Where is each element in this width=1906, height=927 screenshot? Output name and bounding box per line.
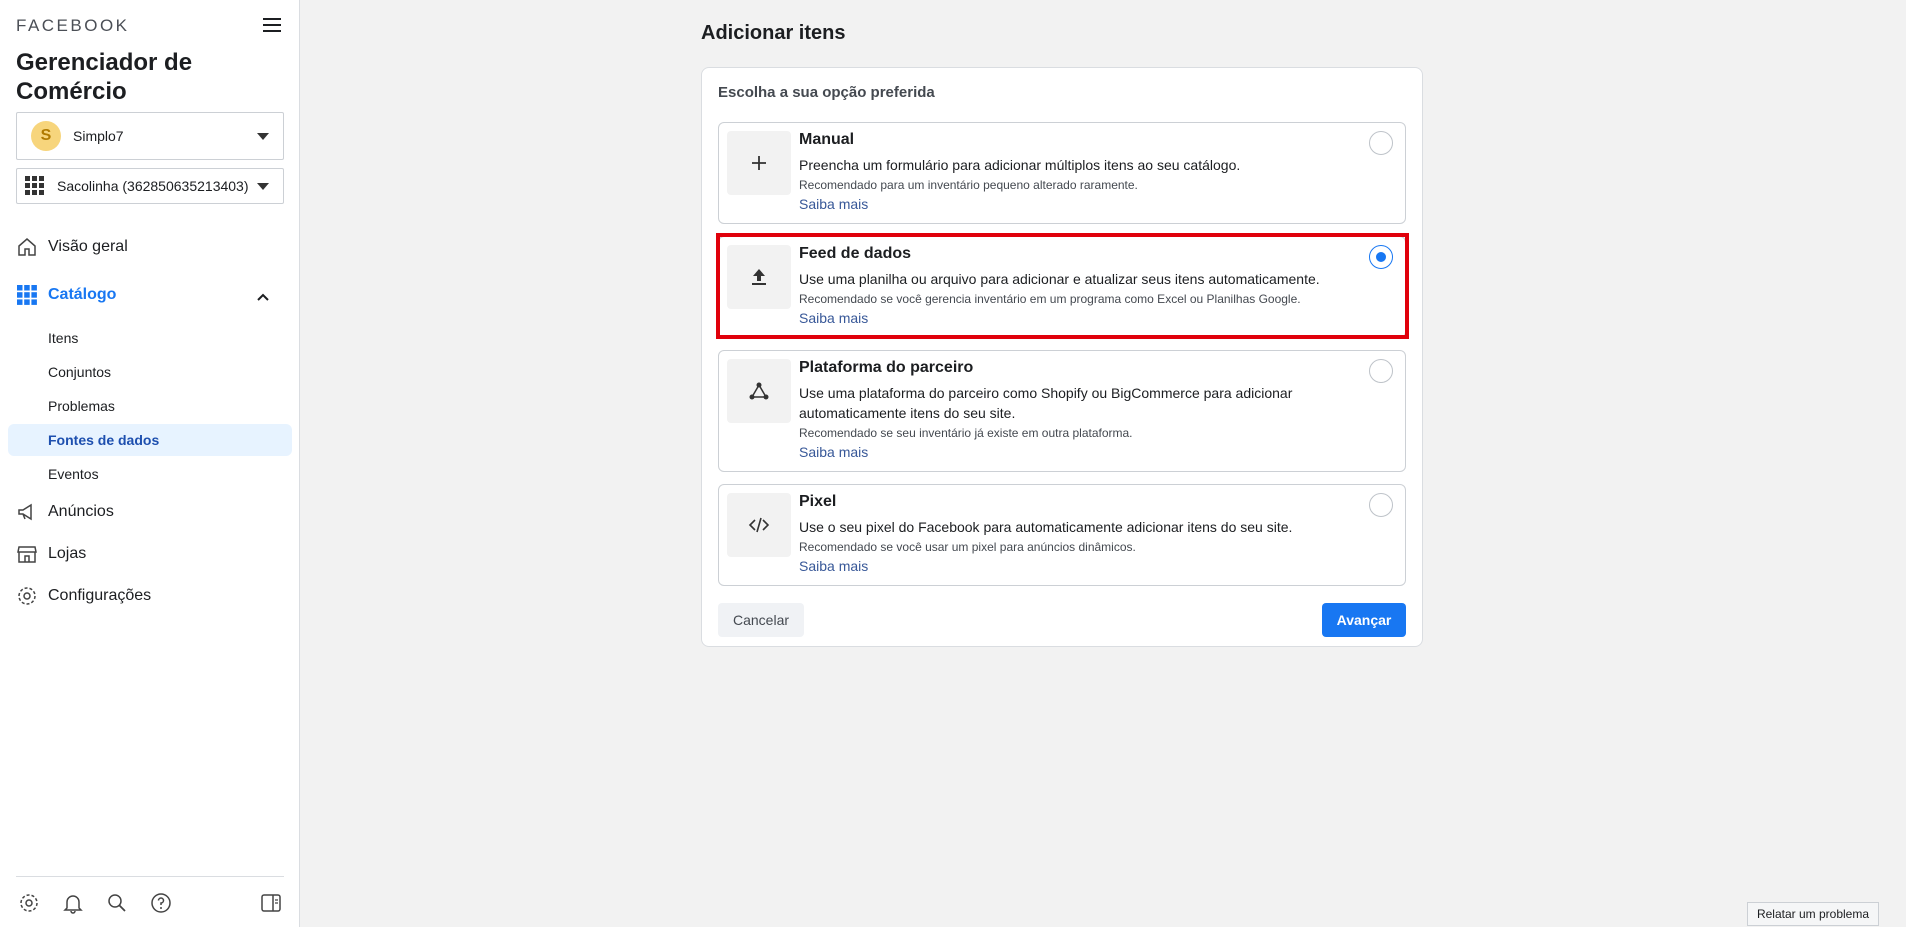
option-description: Preencha um formulário para adicionar mú…: [799, 157, 1241, 173]
catalog-selector[interactable]: Sacolinha (362850635213403): [16, 168, 284, 204]
sub-item-issues[interactable]: Problemas: [48, 398, 115, 414]
option-description: Use uma planilha ou arquivo para adicion…: [799, 271, 1320, 287]
cancel-button[interactable]: Cancelar: [718, 603, 804, 637]
sub-item-sets[interactable]: Conjuntos: [48, 364, 111, 380]
facebook-logo: FACEBOOK: [16, 16, 130, 35]
next-button[interactable]: Avançar: [1322, 603, 1406, 637]
nav-stores[interactable]: Lojas: [16, 543, 86, 565]
search-icon[interactable]: [106, 892, 128, 914]
learn-more-link[interactable]: Saiba mais: [799, 558, 868, 574]
option-title: Feed de dados: [799, 245, 912, 262]
sidebar: FACEBOOK Gerenciador de Comércio S Simpl…: [0, 0, 300, 927]
option-recommendation: Recomendado se seu inventário já existe …: [799, 426, 1133, 440]
option-manual[interactable]: Manual Preencha um formulário para adici…: [718, 122, 1406, 224]
option-radio[interactable]: [1369, 493, 1393, 517]
learn-more-link[interactable]: Saiba mais: [799, 196, 868, 212]
avatar: S: [31, 121, 61, 151]
plus-icon: [752, 156, 766, 170]
grid-icon: [17, 285, 37, 305]
caret-down-icon: [257, 183, 269, 190]
sub-item-events[interactable]: Eventos: [48, 466, 99, 482]
divider: [16, 876, 284, 877]
network-icon: [749, 382, 769, 400]
sub-item-items[interactable]: Itens: [48, 330, 78, 346]
nav-catalog[interactable]: Catálogo: [16, 284, 116, 306]
nav-catalog-label: Catálogo: [48, 286, 117, 303]
account-selector[interactable]: S Simplo7: [16, 112, 284, 160]
option-partner-platform[interactable]: Plataforma do parceiro Use uma plataform…: [718, 350, 1406, 472]
code-icon: [748, 517, 770, 533]
option-description: Use o seu pixel do Facebook para automat…: [799, 519, 1293, 535]
option-recommendation: Recomendado se você gerencia inventário …: [799, 292, 1301, 306]
home-icon: [18, 238, 36, 256]
app-title: Gerenciador de Comércio: [16, 49, 193, 105]
option-pixel[interactable]: Pixel Use o seu pixel do Facebook para a…: [718, 484, 1406, 586]
nav-overview[interactable]: Visão geral: [16, 236, 128, 258]
grid-icon: [25, 176, 44, 195]
report-problem-button[interactable]: Relatar um problema: [1747, 902, 1879, 926]
nav-stores-label: Lojas: [48, 545, 87, 562]
nav-ads-label: Anúncios: [48, 503, 114, 520]
option-title: Plataforma do parceiro: [799, 359, 974, 376]
card-subtitle: Escolha a sua opção preferida: [718, 84, 935, 101]
learn-more-link[interactable]: Saiba mais: [799, 444, 868, 460]
option-radio[interactable]: [1369, 359, 1393, 383]
nav-overview-label: Visão geral: [48, 238, 128, 255]
nav-ads[interactable]: Anúncios: [16, 501, 114, 523]
gear-icon: [18, 587, 36, 605]
option-radio[interactable]: [1369, 131, 1393, 155]
panel-toggle-icon[interactable]: [260, 892, 282, 914]
option-title: Pixel: [799, 493, 837, 510]
account-name: Simplo7: [73, 128, 124, 144]
catalog-name: Sacolinha (362850635213403): [57, 178, 249, 194]
store-icon: [17, 546, 37, 563]
option-recommendation: Recomendado para um inventário pequeno a…: [799, 178, 1138, 192]
add-items-card: Escolha a sua opção preferida Manual Pre…: [701, 67, 1423, 647]
nav-settings-label: Configurações: [48, 587, 152, 604]
learn-more-link[interactable]: Saiba mais: [799, 310, 868, 326]
bell-icon[interactable]: [62, 892, 84, 914]
upload-icon: [752, 269, 766, 285]
page-title: Adicionar itens: [701, 22, 846, 44]
megaphone-icon: [18, 503, 32, 521]
sub-item-data-sources[interactable]: Fontes de dados: [48, 432, 159, 448]
hamburger-menu-icon[interactable]: [262, 15, 282, 35]
nav-settings[interactable]: Configurações: [16, 585, 151, 607]
help-icon[interactable]: [150, 892, 172, 914]
option-data-feed[interactable]: Feed de dados Use uma planilha ou arquiv…: [718, 236, 1406, 338]
caret-down-icon: [257, 133, 269, 140]
option-recommendation: Recomendado se você usar um pixel para a…: [799, 540, 1136, 554]
chevron-up-icon[interactable]: [256, 290, 270, 304]
gear-icon[interactable]: [18, 892, 40, 914]
option-radio-selected[interactable]: [1369, 245, 1393, 269]
option-title: Manual: [799, 131, 855, 148]
option-description: Use uma plataforma do parceiro como Shop…: [799, 385, 1293, 421]
